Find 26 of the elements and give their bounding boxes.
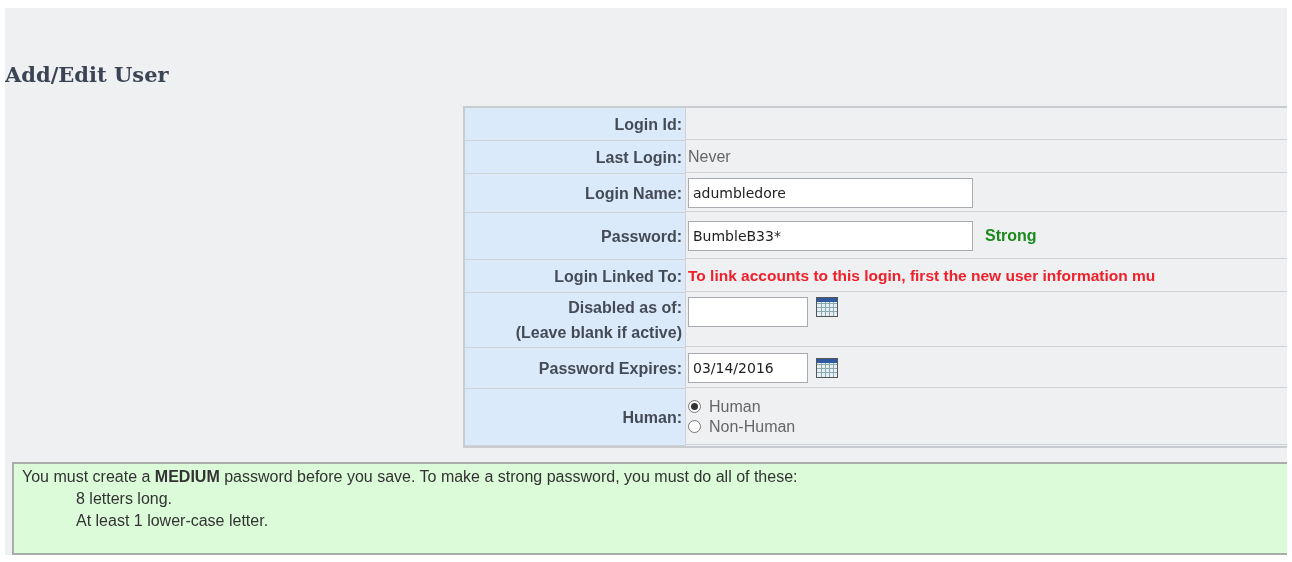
field-value: Never xyxy=(688,147,731,166)
field-label: Last Login: xyxy=(595,147,682,168)
strength-label: Strong xyxy=(985,226,1037,245)
date-field[interactable]: 03/14/2016 xyxy=(688,352,808,383)
calendar-icon[interactable] xyxy=(816,297,838,317)
field-label: Password Expires: xyxy=(538,358,682,379)
field-label: Password: xyxy=(601,226,682,247)
password-field[interactable]: BumbleB33* xyxy=(688,220,973,251)
radio-button[interactable] xyxy=(688,400,701,413)
field-label: Disabled as of: xyxy=(568,298,682,318)
requirement-text: At least 1 lower-case letter. xyxy=(76,512,269,530)
input-field[interactable]: adumbledore xyxy=(688,177,973,208)
radio-option[interactable]: Human xyxy=(688,397,796,416)
date-field[interactable] xyxy=(688,297,808,327)
warning-text: To link accounts to this login, first the new user information mu xyxy=(688,266,1156,285)
field-note: (Leave blank if active) xyxy=(515,323,682,343)
page-title: Add/Edit User xyxy=(5,62,169,87)
calendar-icon[interactable] xyxy=(816,357,838,378)
requirement-text: 8 letters long. xyxy=(76,490,173,508)
field-label: Login Name: xyxy=(585,183,682,204)
field-label: Login Linked To: xyxy=(554,266,682,287)
field-label: Login Id: xyxy=(614,114,682,135)
field-label: Human: xyxy=(622,407,682,428)
radio-option[interactable]: Non-Human xyxy=(688,417,796,436)
radio-button[interactable] xyxy=(688,420,701,433)
notice-text: You must create a MEDIUM password before you save. To make a strong password, you must do all of these: xyxy=(22,468,799,486)
